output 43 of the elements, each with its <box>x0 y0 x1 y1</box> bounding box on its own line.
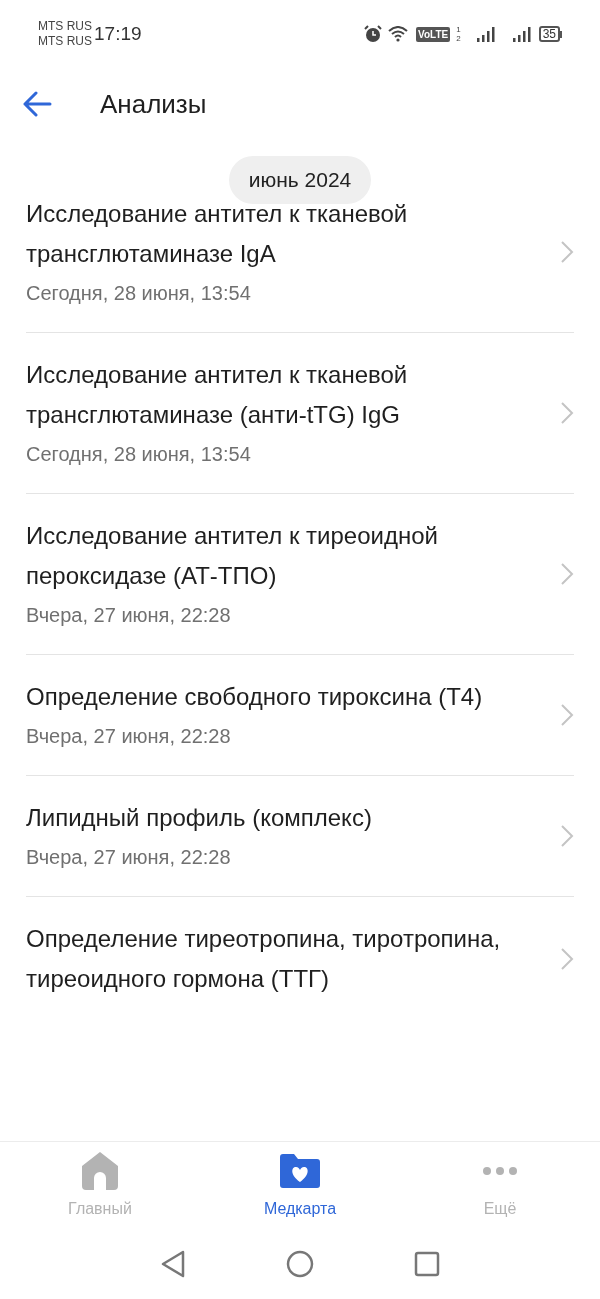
carrier-label: MTS RUS <box>38 19 92 34</box>
analysis-item[interactable]: Определение свободного тироксина (Т4) Вчера, 27 июня, 22:28 <box>26 654 574 776</box>
analysis-title: Определение тиреотропина, тиротропина, тиреоидного гормона (ТТГ) <box>26 923 502 994</box>
analysis-date: Вчера, 27 июня, 22:28 <box>26 602 232 628</box>
analysis-date: Вчера, 27 июня, 22:28 <box>26 844 232 870</box>
back-nav-icon[interactable] <box>160 1249 186 1279</box>
chevron-right-icon <box>560 823 574 848</box>
clock: 17:19 <box>94 21 142 46</box>
analysis-title: Определение свободного тироксина (Т4) <box>26 681 484 712</box>
battery-icon: 35 <box>538 26 562 42</box>
chevron-right-icon <box>560 239 574 264</box>
home-icon <box>80 1151 120 1190</box>
signal-icon <box>476 26 497 42</box>
wifi-icon <box>388 26 410 42</box>
chevron-right-icon <box>560 561 574 586</box>
more-icon <box>482 1165 518 1176</box>
volte-badge: VoLTE <box>416 26 451 42</box>
back-icon <box>22 91 52 117</box>
analysis-item[interactable]: Исследование антител к тканевой трансглютаминазе IgA Сегодня, 28 июня, 13:54 <box>26 189 574 333</box>
analysis-date: Сегодня, 28 июня, 13:54 <box>26 441 252 467</box>
analysis-date: Вчера, 27 июня, 22:28 <box>26 723 232 749</box>
sim-label: 2 <box>456 34 461 43</box>
analysis-item[interactable]: Исследование антител к тиреоидной пероксидазе (АТ-ТПО) Вчера, 27 июня, 22:28 <box>26 493 574 655</box>
alarm-icon <box>364 25 382 43</box>
month-label: июнь 2024 <box>228 156 372 204</box>
signal-icon <box>512 26 533 42</box>
nav-tab[interactable]: Медкарта <box>200 1142 400 1229</box>
analysis-title: Исследование антител к тканевой трансглютаминазе (анти-tTG) IgG <box>26 359 409 430</box>
analysis-date: Сегодня, 28 июня, 13:54 <box>26 280 252 306</box>
recents-nav-icon[interactable] <box>414 1251 440 1277</box>
chevron-right-icon <box>560 702 574 727</box>
home-nav-icon[interactable] <box>286 1250 314 1278</box>
analysis-title: Липидный профиль (комплекс) <box>26 802 373 833</box>
analysis-item[interactable]: Определение тиреотропина, тиротропина, тиреоидного гормона (ТТГ) <box>26 896 574 1021</box>
carrier-label: MTS RUS <box>38 34 92 49</box>
chevron-right-icon <box>560 400 574 425</box>
folder-heart-icon <box>280 1153 320 1188</box>
sim-label: 1 <box>456 25 461 34</box>
analysis-title: Исследование антител к тиреоидной пероксидазе (АТ-ТПО) <box>26 520 439 591</box>
page-title: Анализы <box>100 87 207 121</box>
analysis-item[interactable]: Исследование антител к тканевой трансглютаминазе (анти-tTG) IgG Сегодня, 28 июня, 13:54 <box>26 332 574 494</box>
analysis-item[interactable]: Липидный профиль (комплекс) Вчера, 27 июня, 22:28 <box>26 775 574 897</box>
chevron-right-icon <box>560 946 574 971</box>
